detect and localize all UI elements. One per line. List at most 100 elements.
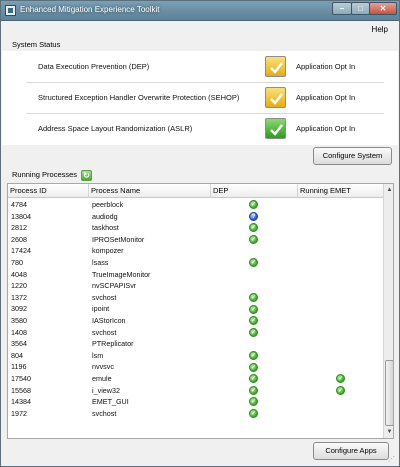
table-row[interactable]: 17424 kompozer (8, 245, 383, 257)
table-row[interactable]: 13804 audiodg? (8, 211, 383, 223)
process-id-cell: 14384 (11, 397, 31, 407)
process-id-cell: 3564 (11, 339, 27, 349)
process-name-cell: lsm (92, 350, 104, 360)
table-row[interactable]: 1220 nvSCPAPISvr (8, 280, 383, 292)
process-id-cell: 1972 (11, 408, 27, 418)
dep-enabled-icon: ✓ (249, 397, 258, 407)
scroll-down-icon[interactable]: ▼ (385, 427, 393, 437)
process-id-cell: 2608 (11, 234, 27, 244)
table-body: 4784 peerblock ✓ 13804 audiodg? 2812 taskhost ✓… (8, 199, 383, 419)
table-row[interactable]: 1408 svchost ✓ (8, 327, 383, 339)
column-header-process-id[interactable]: Process ID (8, 184, 89, 198)
status-value: Application Opt In (296, 124, 356, 133)
table-row[interactable]: 1372 svchost ✓ (8, 292, 383, 304)
help-menu[interactable]: Help (372, 25, 388, 34)
dep-enabled-icon: ✓ (249, 327, 258, 337)
table-row[interactable]: 1972 svchost ✓ (8, 408, 383, 420)
vertical-scrollbar[interactable]: ▲ ▼ (383, 184, 393, 438)
table-header: Process ID Process Name DEP Running EMET (8, 184, 383, 198)
dep-enabled-icon: ✓ (249, 304, 258, 314)
process-id-cell: 3092 (11, 304, 27, 314)
dep-enabled-icon: ✓ (249, 200, 258, 210)
status-label: Address Space Layout Randomization (ASLR… (38, 124, 193, 133)
table-row[interactable]: 15568 i_view32 ✓ ✓ (8, 385, 383, 397)
process-id-cell: 1372 (11, 292, 27, 302)
emet-app-icon (5, 5, 16, 16)
minimize-button[interactable]: – (332, 2, 352, 15)
process-name-cell: svchost (92, 292, 117, 302)
process-name-cell: IAStorIcon (92, 315, 126, 325)
dep-enabled-icon: ✓ (249, 293, 258, 303)
dep-enabled-icon: ✓ (249, 385, 258, 395)
dep-enabled-icon: ✓ (249, 258, 258, 268)
status-row-sehop: Structured Exception Handler Overwrite P… (26, 83, 384, 114)
table-row[interactable]: 14384 EMET_GUI ✓ (8, 396, 383, 408)
emet-running-icon: ✓ (336, 374, 345, 384)
configure-system-button[interactable]: Configure System (313, 147, 392, 165)
process-table: Process ID Process Name DEP Running EMET… (7, 183, 394, 439)
dep-enabled-icon: ✓ (249, 408, 258, 418)
table-row[interactable]: 3580 IAStorIcon ✓ (8, 315, 383, 327)
emet-running-icon: ✓ (336, 385, 345, 395)
status-row-aslr: Address Space Layout Randomization (ASLR… (26, 114, 384, 145)
column-header-process-name[interactable]: Process Name (89, 184, 211, 198)
column-header-dep[interactable]: DEP (211, 184, 298, 198)
running-processes-header: Running Processes (2, 168, 398, 182)
process-name-cell: TrueImageMonitor (92, 269, 151, 279)
column-header-running-emet[interactable]: Running EMET (298, 184, 383, 198)
title-bar[interactable]: Enhanced Mitigation Experience Toolkit –… (1, 1, 399, 21)
status-value: Application Opt In (296, 62, 356, 71)
process-id-cell: 804 (11, 350, 23, 360)
process-name-cell: nvSCPAPISvr (92, 281, 137, 291)
menu-bar: Help (2, 22, 398, 38)
dep-enabled-icon: ✓ (249, 235, 258, 245)
table-row[interactable]: 1196 nvvsvc ✓ (8, 361, 383, 373)
table-row[interactable]: 2608 IPROSetMonitor ✓ (8, 234, 383, 246)
process-name-cell: taskhost (92, 223, 119, 233)
process-name-cell: emule (92, 373, 112, 383)
configure-apps-button[interactable]: Configure Apps (313, 442, 389, 460)
refresh-icon[interactable]: ↻ (81, 170, 92, 181)
status-label: Data Execution Prevention (DEP) (38, 62, 150, 71)
emet-window: Enhanced Mitigation Experience Toolkit –… (0, 0, 400, 467)
process-id-cell: 17424 (11, 246, 31, 256)
table-row[interactable]: 3564 PTReplicator (8, 338, 383, 350)
dep-unknown-icon: ? (249, 211, 258, 221)
ok-check-icon (265, 118, 286, 139)
close-button[interactable]: ✕ (369, 2, 397, 15)
table-row[interactable]: 780 lsass ✓ (8, 257, 383, 269)
process-name-cell: lsass (92, 257, 109, 267)
table-row[interactable]: 17540 emule ✓ ✓ (8, 373, 383, 385)
table-row[interactable]: 3092 ipoint ✓ (8, 303, 383, 315)
dep-enabled-icon: ✓ (249, 223, 258, 233)
process-id-cell: 2812 (11, 223, 27, 233)
process-name-cell: EMET_GUI (92, 397, 129, 407)
table-row[interactable]: 4048 TrueImageMonitor (8, 269, 383, 281)
table-row[interactable]: 2812 taskhost ✓ (8, 222, 383, 234)
process-id-cell: 780 (11, 257, 23, 267)
dep-enabled-icon: ✓ (249, 374, 258, 384)
process-name-cell: peerblock (92, 200, 124, 209)
status-label: Structured Exception Handler Overwrite P… (38, 93, 240, 102)
dep-enabled-icon: ✓ (249, 351, 258, 361)
process-name-cell: svchost (92, 327, 117, 337)
table-row[interactable]: 804 lsm ✓ (8, 350, 383, 362)
process-id-cell: 4048 (11, 269, 27, 279)
process-id-cell: 3580 (11, 315, 27, 325)
process-name-cell: svchost (92, 408, 117, 418)
status-row-dep: Data Execution Prevention (DEP) Applicat… (26, 52, 384, 83)
process-id-cell: 4784 (11, 200, 27, 209)
resize-grip-icon[interactable]: ⋰ (388, 455, 397, 464)
scrollbar-thumb[interactable] (385, 360, 393, 426)
warning-check-icon (265, 87, 286, 108)
table-row[interactable]: 4784 peerblock ✓ (8, 199, 383, 211)
process-name-cell: kompozer (92, 246, 124, 256)
process-id-cell: 1220 (11, 281, 27, 291)
process-name-cell: nvvsvc (92, 362, 114, 372)
process-name-cell: audiodg (92, 211, 118, 221)
maximize-button[interactable]: □ (351, 2, 370, 15)
scroll-up-icon[interactable]: ▲ (385, 185, 393, 195)
process-id-cell: 15568 (11, 385, 31, 395)
status-value: Application Opt In (296, 93, 356, 102)
system-status-header: System Status (2, 38, 398, 52)
